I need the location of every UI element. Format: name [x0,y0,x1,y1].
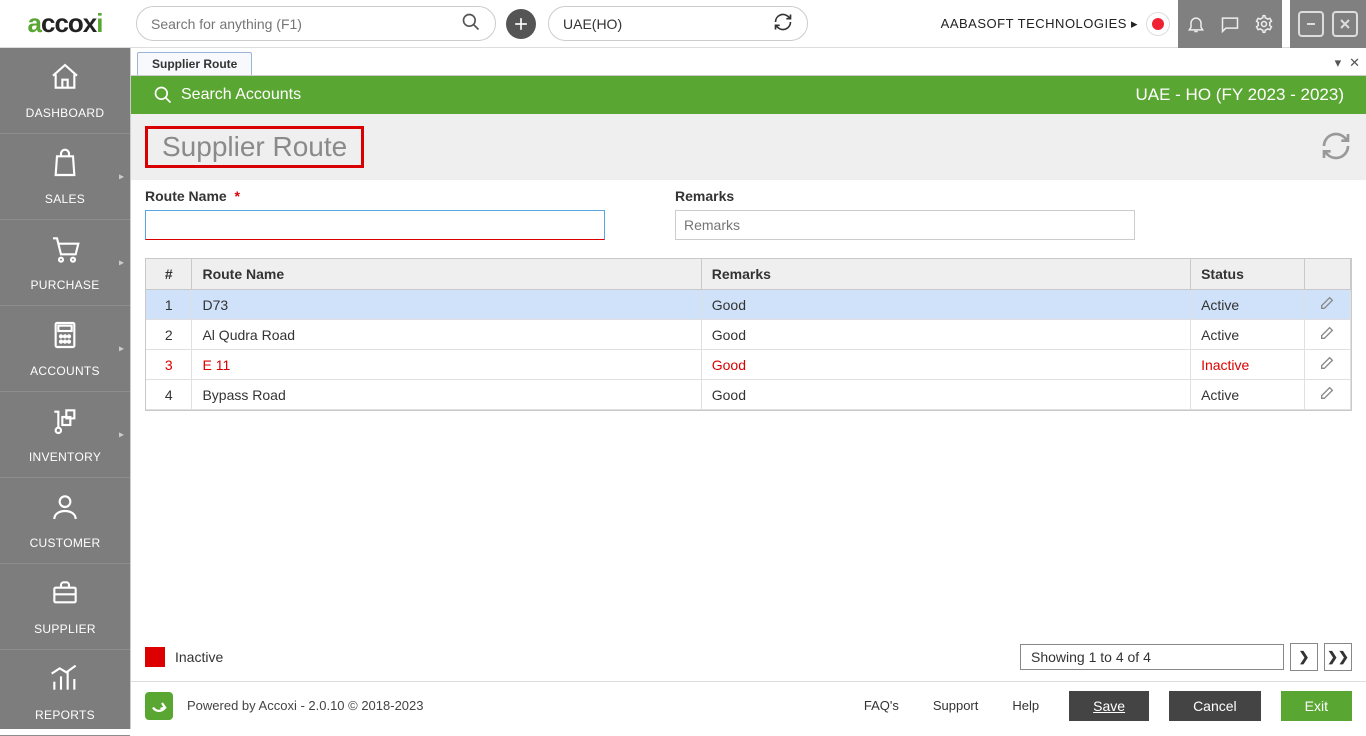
route-name-input[interactable] [145,210,605,240]
gear-icon[interactable] [1252,12,1276,36]
status-indicator[interactable] [1146,12,1170,36]
route-name-label: Route Name * [145,188,605,204]
cell-remarks: Good [701,290,1190,320]
cell-num: 1 [146,290,192,320]
remarks-input[interactable] [675,210,1135,240]
table-row[interactable]: 3E 11GoodInactive [146,350,1351,380]
sidebar-item-purchase[interactable]: PURCHASE [0,220,130,306]
global-search[interactable] [136,6,496,41]
global-search-input[interactable] [151,16,461,32]
cell-num: 2 [146,320,192,350]
faqs-link[interactable]: FAQ's [864,698,899,713]
cell-route: D73 [192,290,701,320]
cell-num: 3 [146,350,192,380]
col-header-route[interactable]: Route Name [192,259,701,290]
cell-remarks: Good [701,350,1190,380]
bell-icon[interactable] [1184,12,1208,36]
bag-icon [49,147,81,186]
pencil-icon[interactable] [1319,388,1335,404]
fiscal-year-label: UAE - HO (FY 2023 - 2023) [1136,85,1345,105]
pagination-last-button[interactable]: ❯❯ [1324,643,1352,671]
context-bar: Search Accounts UAE - HO (FY 2023 - 2023… [131,76,1366,114]
cell-num: 4 [146,380,192,410]
context-label: UAE(HO) [563,16,622,32]
page-title: Supplier Route [145,126,364,168]
tab-dropdown-icon[interactable]: ▾ [1335,55,1342,71]
pencil-icon[interactable] [1319,298,1335,314]
chart-icon [49,663,81,702]
legend-inactive: Inactive [145,647,223,667]
tab-close-icon[interactable]: ✕ [1349,55,1360,71]
person-icon [49,491,81,530]
brand-badge-icon [145,692,173,720]
remarks-label: Remarks [675,188,1135,204]
legend-swatch-icon [145,647,165,667]
sidebar-item-customer[interactable]: CUSTOMER [0,478,130,564]
col-header-edit [1304,259,1350,290]
sidebar-item-supplier[interactable]: SUPPLIER [0,564,130,650]
calculator-icon [49,319,81,358]
sidebar-item-sales[interactable]: SALES [0,134,130,220]
sidebar: DASHBOARD SALES PURCHASE ACCOUNTS INVENT… [0,48,130,729]
save-button[interactable]: Save [1069,691,1149,721]
col-header-num[interactable]: # [146,259,192,290]
support-link[interactable]: Support [933,698,979,713]
sidebar-item-accounts[interactable]: ACCOUNTS [0,306,130,392]
sidebar-item-reports[interactable]: REPORTS [0,650,130,736]
col-header-status[interactable]: Status [1191,259,1305,290]
cell-remarks: Good [701,380,1190,410]
cell-status: Active [1191,290,1305,320]
cart-icon [49,233,81,272]
briefcase-icon [49,577,81,616]
add-button[interactable] [506,9,536,39]
chevron-right-icon: ▸ [1131,16,1138,32]
table-row[interactable]: 2Al Qudra RoadGoodActive [146,320,1351,350]
cancel-button[interactable]: Cancel [1169,691,1261,721]
cell-status: Inactive [1191,350,1305,380]
cell-route: E 11 [192,350,701,380]
cell-status: Active [1191,380,1305,410]
cell-route: Al Qudra Road [192,320,701,350]
tab-strip: Supplier Route ▾ ✕ [131,48,1366,76]
pagination-text: Showing 1 to 4 of 4 [1020,644,1284,670]
pagination-next-button[interactable]: ❯ [1290,643,1318,671]
home-icon [49,61,81,100]
company-name[interactable]: AABASOFT TECHNOLOGIES ▸ [941,16,1138,32]
window-close-button[interactable] [1332,11,1358,37]
sidebar-item-dashboard[interactable]: DASHBOARD [0,48,130,134]
supplier-route-table: # Route Name Remarks Status 1D73GoodActi… [145,258,1352,411]
search-icon [461,12,481,35]
sidebar-item-inventory[interactable]: INVENTORY [0,392,130,478]
trolley-icon [49,405,81,444]
col-header-remarks[interactable]: Remarks [701,259,1190,290]
window-minimize-button[interactable] [1298,11,1324,37]
cell-route: Bypass Road [192,380,701,410]
tab-supplier-route[interactable]: Supplier Route [137,52,252,75]
cell-status: Active [1191,320,1305,350]
cell-remarks: Good [701,320,1190,350]
pencil-icon[interactable] [1319,328,1335,344]
table-row[interactable]: 1D73GoodActive [146,290,1351,320]
chat-icon[interactable] [1218,12,1242,36]
refresh-icon[interactable] [1320,130,1352,165]
table-row[interactable]: 4Bypass RoadGoodActive [146,380,1351,410]
pencil-icon[interactable] [1319,358,1335,374]
search-accounts-button[interactable]: Search Accounts [153,85,301,105]
help-link[interactable]: Help [1012,698,1039,713]
exit-button[interactable]: Exit [1281,691,1352,721]
context-selector[interactable]: UAE(HO) [548,6,808,41]
sync-icon [773,12,793,35]
powered-by-text: Powered by Accoxi - 2.0.10 © 2018-2023 [187,698,424,713]
logo: accoxi [0,8,130,39]
